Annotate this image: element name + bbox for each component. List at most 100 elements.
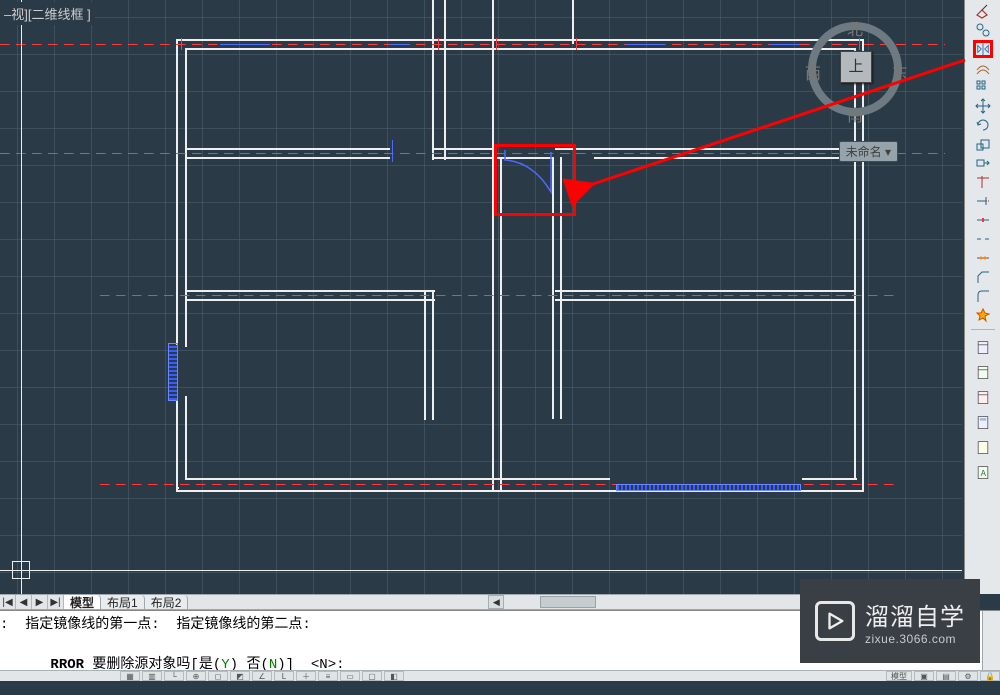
drawing-canvas[interactable]: 北 南 东 西 上 未命名 ▾ (0, 0, 962, 594)
mirror-tool-icon[interactable] (973, 40, 993, 58)
svg-text:A: A (980, 469, 986, 478)
watermark-logo: 溜溜自学 zixue.3066.com (800, 579, 980, 663)
wall (185, 299, 435, 301)
quickcalc-palette-icon[interactable] (973, 412, 993, 434)
grid-overlay (0, 0, 962, 594)
ducs-toggle-icon[interactable]: L (274, 671, 294, 681)
move-tool-icon[interactable] (973, 97, 993, 115)
wall (802, 478, 857, 480)
wall (854, 48, 856, 480)
status-lock-icon[interactable]: 🔒 (980, 671, 1000, 681)
properties-palette-icon[interactable] (973, 337, 993, 359)
wall (432, 290, 434, 420)
status-annoscale-icon[interactable]: ▣ (914, 671, 934, 681)
markup-set-manager-icon[interactable]: A (973, 462, 993, 484)
join-tool-icon[interactable] (973, 249, 993, 267)
erase-tool-icon[interactable] (973, 2, 993, 20)
blue-seg (220, 44, 270, 45)
crosshair-vertical (21, 0, 22, 594)
tab-layout2[interactable]: 布局2 (145, 595, 189, 609)
tick (438, 38, 439, 50)
wall (176, 39, 178, 345)
break-tool-icon[interactable] (973, 230, 993, 248)
wall (444, 0, 446, 160)
wall (555, 148, 855, 150)
wall (555, 290, 854, 292)
watermark-main-text: 溜溜自学 (865, 597, 965, 632)
ortho-toggle-icon[interactable]: └ (164, 671, 184, 681)
wall (432, 0, 434, 160)
rotate-tool-icon[interactable] (973, 116, 993, 134)
command-scrollbar[interactable] (982, 611, 1000, 670)
scale-tool-icon[interactable] (973, 135, 993, 153)
sc-toggle-icon[interactable]: ◧ (384, 671, 404, 681)
wall (185, 48, 187, 347)
blue-seg (625, 44, 665, 45)
design-center-icon[interactable] (973, 437, 993, 459)
watermark-play-icon (815, 601, 855, 641)
right-toolbar: A (964, 0, 1000, 594)
wall (185, 478, 610, 480)
break-at-point-icon[interactable] (973, 211, 993, 229)
crosshair-horizontal (0, 570, 962, 571)
hscroll-left-button[interactable]: ◀ (488, 595, 504, 609)
qp-toggle-icon[interactable]: ▢ (362, 671, 382, 681)
tab-nav-first[interactable]: |◀ (0, 595, 16, 609)
grid-toggle-icon[interactable]: ▥ (142, 671, 162, 681)
dyn-toggle-icon[interactable]: ＋ (296, 671, 316, 681)
tick (859, 38, 860, 50)
tab-nav-next[interactable]: ▶ (32, 595, 48, 609)
lwt-toggle-icon[interactable]: ≡ (318, 671, 338, 681)
3dosnap-toggle-icon[interactable]: ◩ (230, 671, 250, 681)
axis-line (0, 44, 945, 45)
stretch-tool-icon[interactable] (973, 154, 993, 172)
hscroll-thumb[interactable] (540, 596, 596, 608)
watermark-sub-text: zixue.3066.com (865, 632, 965, 646)
tab-nav-last[interactable]: ▶| (48, 595, 64, 609)
trim-tool-icon[interactable] (973, 173, 993, 191)
tick (576, 38, 577, 50)
wall (555, 299, 854, 301)
wall (572, 0, 574, 44)
crosshair-pickbox (12, 561, 30, 579)
sheet-set-palette-icon[interactable] (973, 362, 993, 384)
array-tool-icon[interactable] (973, 78, 993, 96)
status-annoscale2-icon[interactable]: ▤ (936, 671, 956, 681)
wall (560, 299, 562, 419)
tool-palette-icon[interactable] (973, 387, 993, 409)
view-mode-label[interactable]: –视][二维线框 ] (0, 2, 95, 25)
fillet-tool-icon[interactable] (973, 287, 993, 305)
door-block (168, 343, 178, 401)
status-model-button[interactable]: 模型 (886, 671, 912, 681)
extend-tool-icon[interactable] (973, 192, 993, 210)
tab-layout1[interactable]: 布局1 (101, 595, 145, 609)
otrack-toggle-icon[interactable]: ∠ (252, 671, 272, 681)
wall (552, 299, 554, 419)
osnap-toggle-icon[interactable]: ◻ (208, 671, 228, 681)
wall (594, 157, 856, 159)
tpy-toggle-icon[interactable]: ▭ (340, 671, 360, 681)
status-workspace-icon[interactable]: ⚙ (958, 671, 978, 681)
tab-nav-prev[interactable]: ◀ (16, 595, 32, 609)
axis-line (0, 153, 945, 154)
tick (181, 38, 182, 50)
status-bar: ▦ ▥ └ ⊕ ◻ ◩ ∠ L ＋ ≡ ▭ ▢ ◧ 模型 ▣ ▤ ⚙ 🔒 (0, 670, 1000, 681)
wall (432, 148, 494, 150)
wall (185, 157, 390, 159)
tab-model[interactable]: 模型 (64, 595, 101, 609)
wall (424, 290, 426, 420)
copy-tool-icon[interactable] (973, 21, 993, 39)
toolbar-separator (971, 329, 995, 330)
offset-tool-icon[interactable] (973, 59, 993, 77)
polar-toggle-icon[interactable]: ⊕ (186, 671, 206, 681)
wall (185, 290, 435, 292)
window-block (616, 484, 801, 491)
chamfer-tool-icon[interactable] (973, 268, 993, 286)
blue-seg (770, 44, 800, 45)
axis-line (100, 295, 900, 296)
blue-seg (392, 140, 393, 162)
explode-tool-icon[interactable] (973, 306, 993, 324)
wall (185, 48, 855, 50)
snap-toggle-icon[interactable]: ▦ (120, 671, 140, 681)
blue-seg (390, 44, 410, 45)
